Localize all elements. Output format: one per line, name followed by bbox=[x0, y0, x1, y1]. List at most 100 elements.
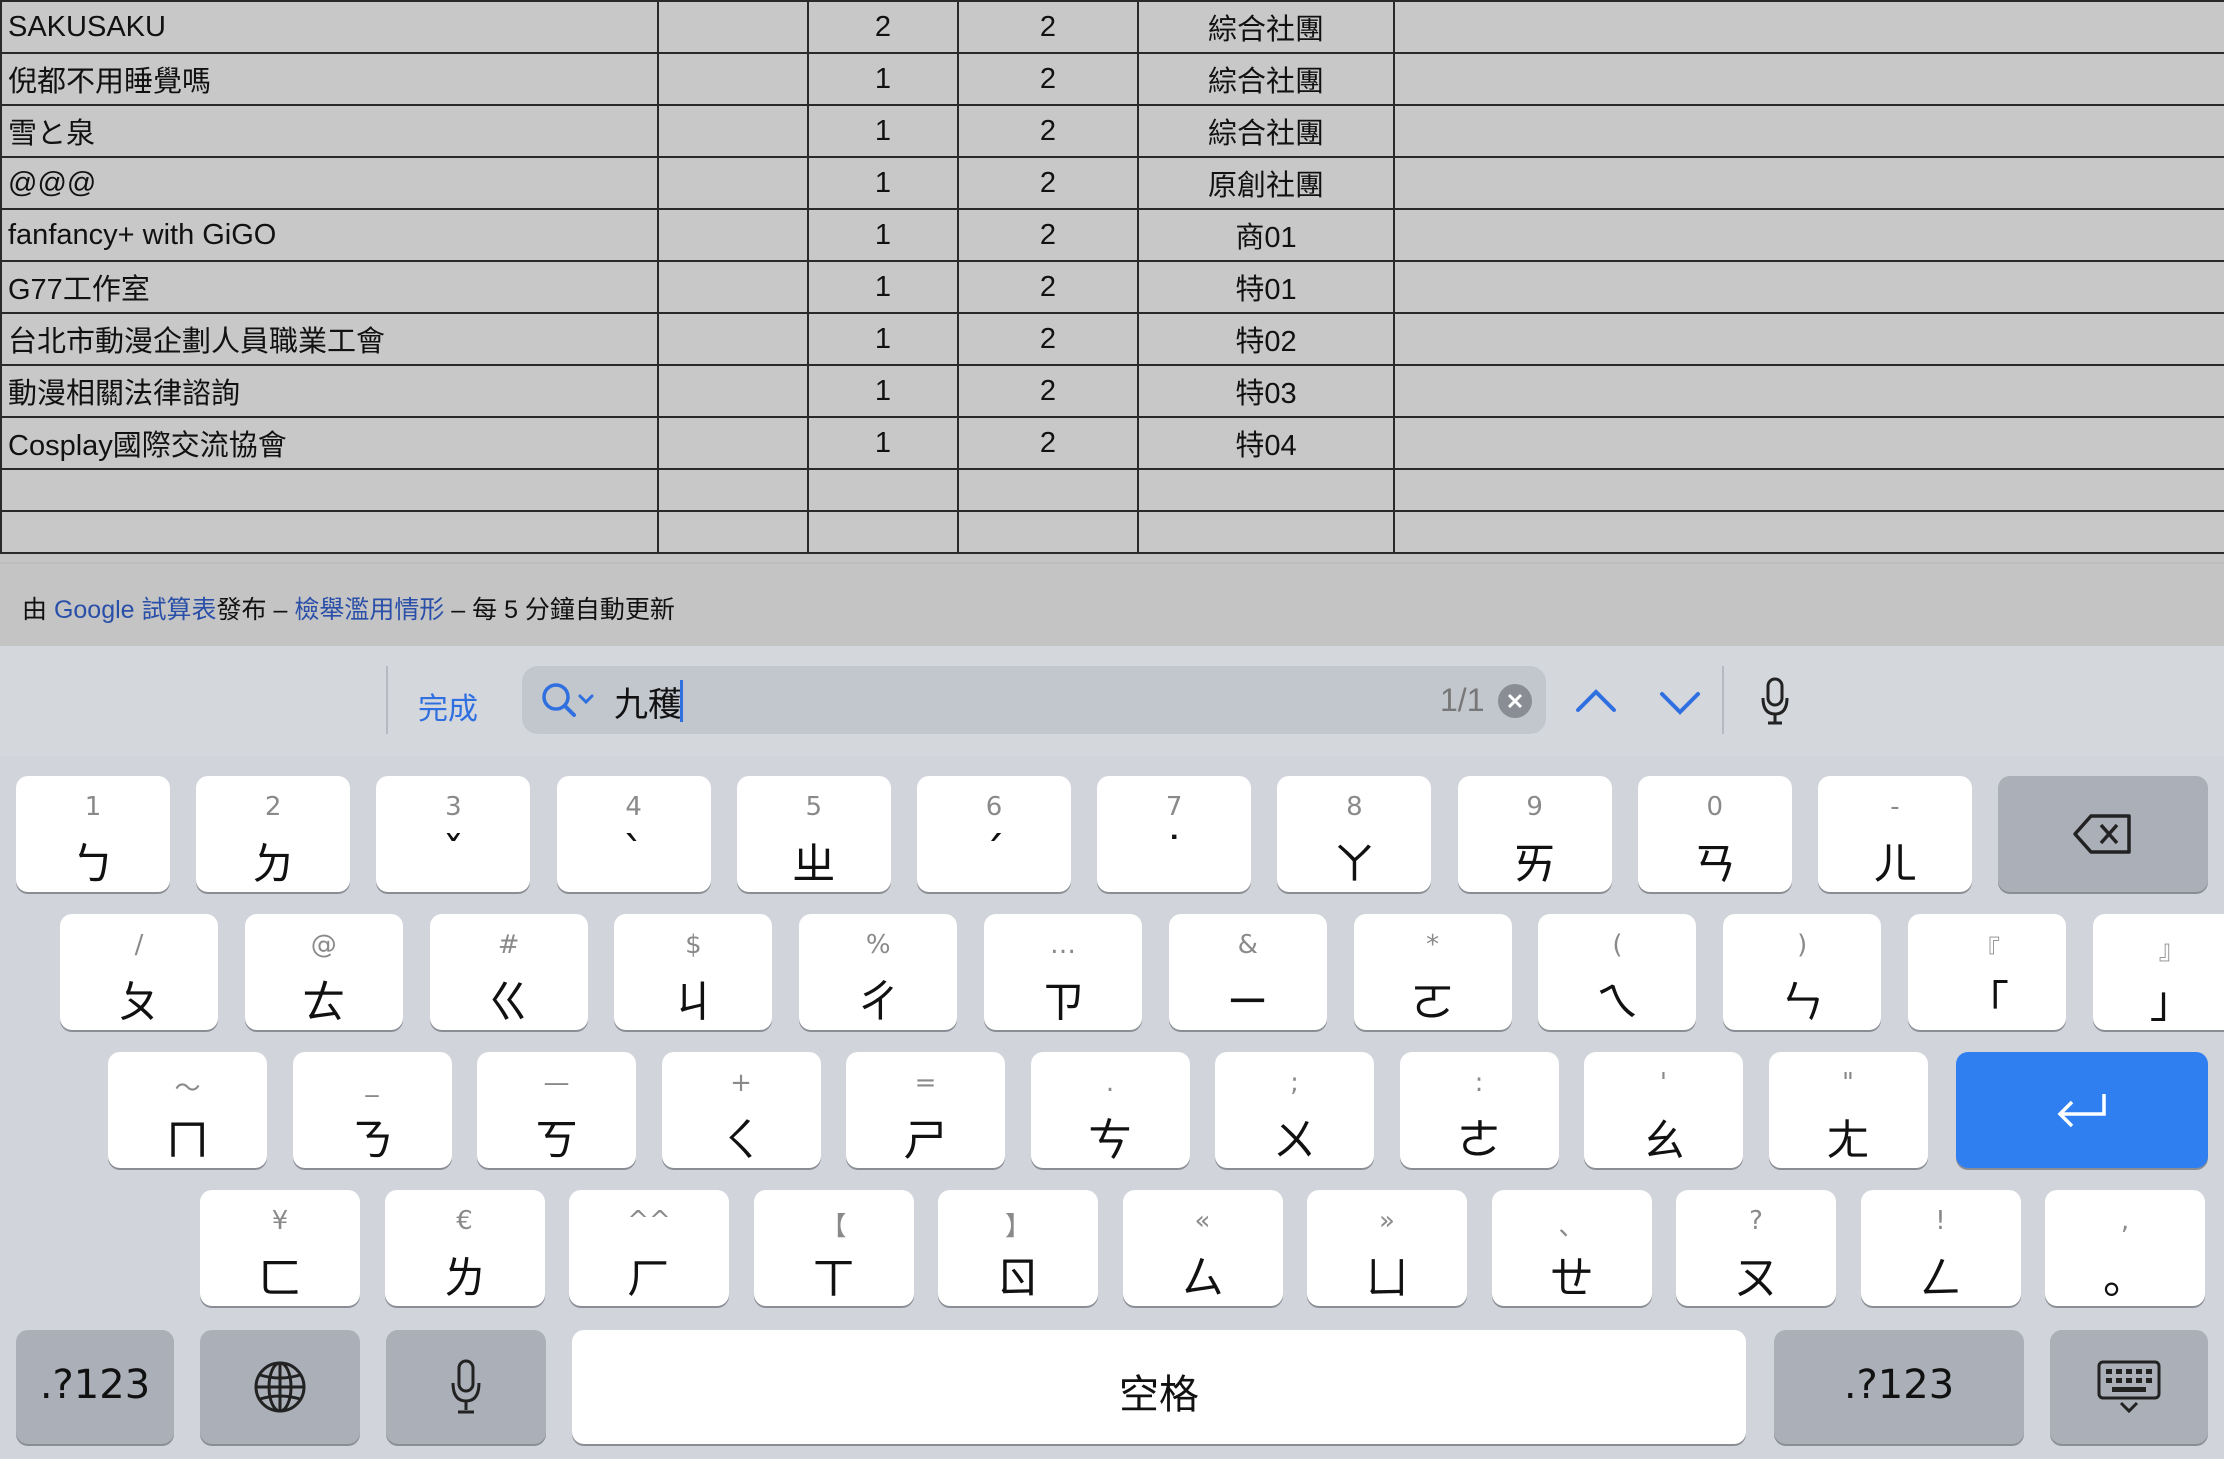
table-cell[interactable] bbox=[957, 468, 1139, 512]
table-cell[interactable]: Cosplay國際交流協會 bbox=[0, 416, 659, 470]
key-row4-3[interactable]: 【ㄒ bbox=[753, 1190, 914, 1306]
table-cell[interactable] bbox=[657, 468, 809, 512]
table-cell[interactable] bbox=[1137, 468, 1395, 512]
table-cell[interactable]: 2 bbox=[957, 52, 1139, 106]
table-cell[interactable]: 2 bbox=[957, 312, 1139, 366]
table-cell[interactable]: 2 bbox=[957, 0, 1139, 54]
table-cell[interactable] bbox=[1393, 364, 2224, 418]
key-row3-1[interactable]: _ ㄋ bbox=[292, 1052, 452, 1168]
table-cell[interactable] bbox=[0, 468, 659, 512]
table-cell[interactable] bbox=[657, 208, 809, 262]
key-row1-4[interactable]: 5ㄓ bbox=[736, 776, 891, 892]
key-row3-3[interactable]: + ㄑ bbox=[661, 1052, 821, 1168]
key-row2-0[interactable]: / ㄆ bbox=[60, 914, 218, 1030]
google-sheets-link[interactable]: Google 試算表 bbox=[54, 596, 217, 624]
table-cell[interactable] bbox=[1393, 156, 2224, 210]
backspace-key[interactable] bbox=[1998, 776, 2208, 892]
table-cell[interactable]: 特01 bbox=[1137, 260, 1395, 314]
table-cell[interactable] bbox=[807, 468, 959, 512]
table-cell[interactable] bbox=[657, 364, 809, 418]
key-row1-1[interactable]: 2ㄉ bbox=[196, 776, 351, 892]
table-cell[interactable]: 2 bbox=[957, 260, 1139, 314]
table-cell[interactable] bbox=[957, 510, 1139, 554]
key-row1-3[interactable]: 4ˋ bbox=[556, 776, 711, 892]
table-cell[interactable]: 特03 bbox=[1137, 364, 1395, 418]
table-cell[interactable] bbox=[657, 52, 809, 106]
table-cell[interactable] bbox=[1393, 208, 2224, 262]
key-row4-8[interactable]: ? ㄡ bbox=[1676, 1190, 1836, 1306]
table-cell[interactable]: 2 bbox=[957, 104, 1139, 158]
key-row3-5[interactable]: .ㄘ bbox=[1030, 1052, 1190, 1168]
table-cell[interactable]: 1 bbox=[807, 104, 959, 158]
key-row2-3[interactable]: $ ㄐ bbox=[614, 914, 773, 1030]
key-row3-7[interactable]: :ㄜ bbox=[1399, 1052, 1559, 1168]
key-row1-10[interactable]: -ㄦ bbox=[1818, 776, 1972, 892]
table-cell[interactable]: 2 bbox=[957, 416, 1139, 470]
key-row3-6[interactable]: ; ㄨ bbox=[1215, 1052, 1374, 1168]
find-search-box[interactable]: 1/1 bbox=[522, 666, 1546, 734]
table-cell[interactable]: 2 bbox=[957, 156, 1139, 210]
table-cell[interactable]: 2 bbox=[807, 0, 959, 54]
table-cell[interactable] bbox=[807, 510, 959, 554]
table-cell[interactable] bbox=[1393, 416, 2224, 470]
key-row2-10[interactable]: 『「 bbox=[1908, 914, 2066, 1030]
key-row1-0[interactable]: 1ㄅ bbox=[16, 776, 170, 892]
table-cell[interactable]: 1 bbox=[807, 364, 959, 418]
find-input[interactable] bbox=[612, 674, 1376, 728]
key-row1-6[interactable]: 7 ˙ bbox=[1097, 776, 1252, 892]
key-row1-9[interactable]: 0ㄢ bbox=[1637, 776, 1792, 892]
key-row2-4[interactable]: % ㄔ bbox=[799, 914, 958, 1030]
table-cell[interactable]: 動漫相關法律諮詢 bbox=[0, 364, 659, 418]
table-cell[interactable] bbox=[1137, 510, 1395, 554]
key-row3-9[interactable]: " ㄤ bbox=[1768, 1052, 1928, 1168]
key-row4-10[interactable]: ,。 bbox=[2045, 1190, 2205, 1306]
table-cell[interactable] bbox=[657, 416, 809, 470]
table-cell[interactable] bbox=[1393, 0, 2224, 54]
table-cell[interactable]: 綜合社團 bbox=[1137, 104, 1395, 158]
table-cell[interactable]: 綜合社團 bbox=[1137, 52, 1395, 106]
table-cell[interactable]: 1 bbox=[807, 416, 959, 470]
table-cell[interactable]: 綜合社團 bbox=[1137, 0, 1395, 54]
table-cell[interactable] bbox=[657, 312, 809, 366]
key-row4-9[interactable]: ! ㄥ bbox=[1860, 1190, 2021, 1306]
table-cell[interactable]: @@@ bbox=[0, 156, 659, 210]
space-key[interactable]: 空格 bbox=[572, 1330, 1746, 1444]
key-row3-4[interactable]: = ㄕ bbox=[846, 1052, 1005, 1168]
previous-match-chevron-up-icon[interactable] bbox=[1574, 682, 1618, 722]
key-row4-1[interactable]: € ㄌ bbox=[384, 1190, 545, 1306]
return-key[interactable] bbox=[1956, 1052, 2208, 1168]
globe-key[interactable] bbox=[200, 1330, 360, 1444]
table-cell[interactable] bbox=[1393, 510, 2224, 554]
table-cell[interactable]: 倪都不用睡覺嗎 bbox=[0, 52, 659, 106]
key-row4-7[interactable]: 、ㄝ bbox=[1491, 1190, 1652, 1306]
key-row2-11[interactable]: 』」 bbox=[2092, 914, 2224, 1030]
table-cell[interactable]: 商01 bbox=[1137, 208, 1395, 262]
table-cell[interactable] bbox=[1393, 260, 2224, 314]
numbers-key-right[interactable]: .?123 bbox=[1774, 1330, 2024, 1444]
table-cell[interactable]: SAKUSAKU bbox=[0, 0, 659, 54]
mic-key[interactable] bbox=[386, 1330, 546, 1444]
table-cell[interactable] bbox=[1393, 52, 2224, 106]
key-row1-7[interactable]: 8ㄚ bbox=[1277, 776, 1432, 892]
key-row3-2[interactable]: — ㄎ bbox=[477, 1052, 636, 1168]
key-row4-5[interactable]: «ㄙ bbox=[1122, 1190, 1283, 1306]
key-row2-8[interactable]: (ㄟ bbox=[1538, 914, 1697, 1030]
table-cell[interactable] bbox=[657, 0, 809, 54]
table-cell[interactable]: 1 bbox=[807, 52, 959, 106]
next-match-chevron-down-icon[interactable] bbox=[1658, 682, 1702, 722]
table-cell[interactable]: 雪と泉 bbox=[0, 104, 659, 158]
key-row4-2[interactable]: ^^ ㄏ bbox=[569, 1190, 729, 1306]
table-cell[interactable] bbox=[657, 260, 809, 314]
table-cell[interactable] bbox=[1393, 312, 2224, 366]
key-row4-0[interactable]: ¥ ㄈ bbox=[200, 1190, 360, 1306]
table-cell[interactable]: 1 bbox=[807, 208, 959, 262]
table-cell[interactable] bbox=[1393, 468, 2224, 512]
table-cell[interactable]: fanfancy+ with GiGO bbox=[0, 208, 659, 262]
clear-icon[interactable] bbox=[1498, 684, 1532, 718]
key-row1-2[interactable]: 3ˇ bbox=[376, 776, 531, 892]
key-row2-1[interactable]: @ ㄊ bbox=[244, 914, 403, 1030]
table-cell[interactable]: 特04 bbox=[1137, 416, 1395, 470]
key-row2-5[interactable]: … ㄗ bbox=[984, 914, 1142, 1030]
table-cell[interactable]: 原創社團 bbox=[1137, 156, 1395, 210]
table-cell[interactable] bbox=[657, 104, 809, 158]
